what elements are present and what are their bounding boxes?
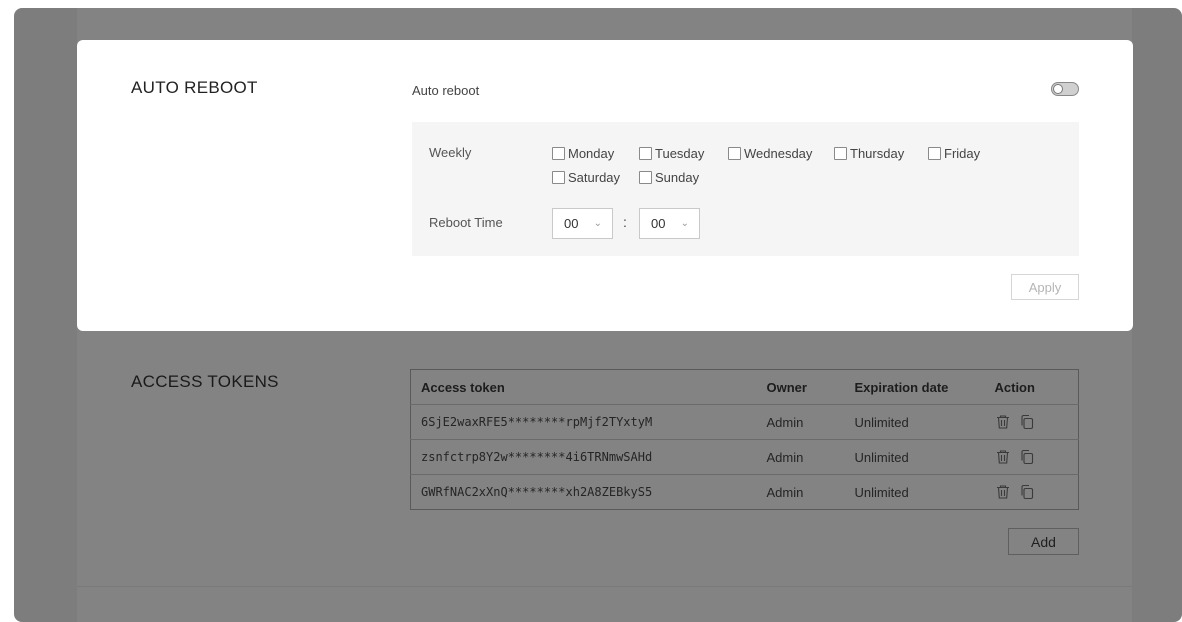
time-separator: : (623, 214, 627, 230)
token-expiration: Unlimited (854, 484, 909, 500)
checkbox-icon (928, 147, 941, 160)
day-checkbox-wednesday[interactable]: Wednesday (728, 146, 812, 161)
day-label: Saturday (568, 170, 621, 185)
auto-reboot-title: AUTO REBOOT (131, 78, 258, 97)
toggle-knob (1053, 84, 1063, 94)
day-label: Wednesday (744, 146, 813, 161)
trash-icon[interactable] (995, 449, 1011, 465)
copy-icon[interactable] (1019, 484, 1035, 500)
reboot-schedule-panel: Weekly Monday Tuesday Wednesday Thursday… (412, 122, 1079, 256)
add-token-button[interactable]: Add (1008, 528, 1079, 555)
access-tokens-title: ACCESS TOKENS (131, 372, 279, 391)
table-row: zsnfctrp8Y2w********4i6TRNmwSAHd Admin U… (410, 439, 1079, 475)
checkbox-icon (552, 171, 565, 184)
auto-reboot-card: AUTO REBOOT Auto reboot Weekly Monday Tu… (77, 40, 1133, 331)
day-checkbox-monday[interactable]: Monday (552, 146, 614, 161)
copy-icon[interactable] (1019, 414, 1035, 430)
column-header-owner: Owner (756, 369, 845, 405)
day-checkbox-friday[interactable]: Friday (928, 146, 980, 161)
checkbox-icon (728, 147, 741, 160)
checkbox-icon (639, 171, 652, 184)
day-checkbox-tuesday[interactable]: Tuesday (639, 146, 704, 161)
token-actions (984, 439, 1079, 475)
apply-button[interactable]: Apply (1011, 274, 1079, 300)
minute-select[interactable]: 00 ⌄ (639, 208, 700, 239)
checkbox-icon (834, 147, 847, 160)
access-token-table: Access token Owner Expiration date Actio… (410, 369, 1079, 510)
checkbox-icon (639, 147, 652, 160)
table-row: 6SjE2waxRFE5********rpMjf2TYxtyM Admin U… (410, 404, 1079, 440)
token-value: 6SjE2waxRFE5********rpMjf2TYxtyM (410, 404, 757, 440)
token-value: GWRfNAC2xXnQ********xh2A8ZEBkyS5 (421, 485, 653, 499)
token-actions (984, 404, 1079, 440)
day-label: Friday (944, 146, 981, 161)
day-checkbox-saturday[interactable]: Saturday (552, 170, 620, 185)
table-row: GWRfNAC2xXnQ********xh2A8ZEBkyS5 Admin U… (411, 475, 1079, 510)
hour-select[interactable]: 00 ⌄ (552, 208, 613, 239)
day-checkbox-thursday[interactable]: Thursday (834, 146, 904, 161)
reboot-time-label: Reboot Time (429, 215, 503, 230)
checkbox-icon (552, 147, 565, 160)
chevron-down-icon: ⌄ (680, 218, 689, 229)
day-checkbox-sunday[interactable]: Sunday (639, 170, 699, 185)
column-header-expiration-date: Expiration date (844, 369, 985, 405)
day-label: Tuesday (655, 146, 705, 161)
token-owner: Admin (756, 439, 845, 475)
divider (77, 586, 1132, 587)
column-header-action: Action (984, 369, 1079, 405)
column-header-access-token: Access token (410, 369, 757, 405)
day-label: Monday (568, 146, 615, 161)
hour-value: 00 (564, 216, 579, 231)
minute-value: 00 (651, 216, 666, 231)
token-expiration: Unlimited (844, 404, 985, 440)
trash-icon[interactable] (995, 414, 1011, 430)
copy-icon[interactable] (1019, 449, 1035, 465)
token-expiration: Unlimited (844, 439, 985, 475)
day-label: Sunday (655, 170, 700, 185)
chevron-down-icon: ⌄ (593, 218, 602, 229)
weekly-label: Weekly (429, 145, 472, 160)
token-owner: Admin (766, 484, 804, 500)
token-owner: Admin (756, 404, 845, 440)
table-header-row: Access token Owner Expiration date Actio… (410, 369, 1079, 405)
token-value: zsnfctrp8Y2w********4i6TRNmwSAHd (410, 439, 757, 475)
auto-reboot-label: Auto reboot (412, 83, 480, 98)
auto-reboot-toggle[interactable] (1051, 82, 1079, 96)
day-label: Thursday (850, 146, 905, 161)
trash-icon[interactable] (995, 484, 1011, 500)
token-actions (985, 475, 1079, 510)
